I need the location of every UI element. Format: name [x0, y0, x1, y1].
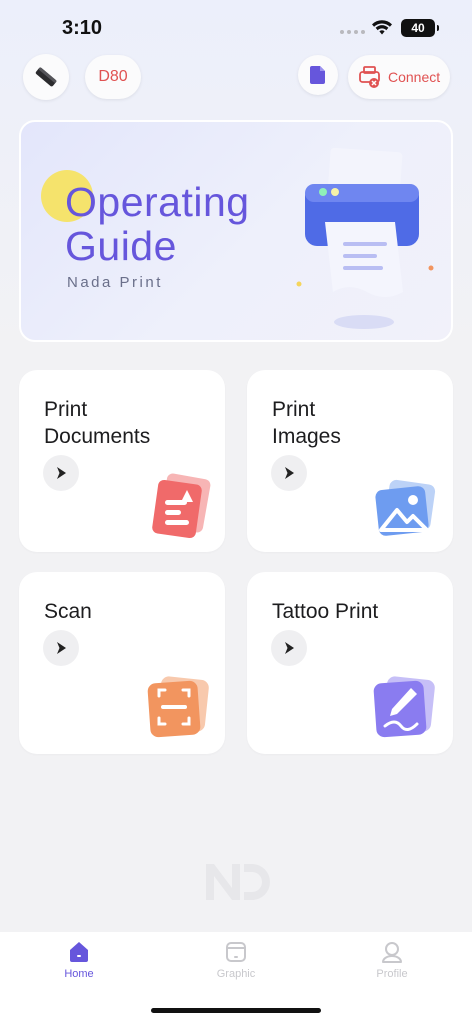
- connect-button[interactable]: Connect: [348, 55, 450, 99]
- printer-model-chip[interactable]: D80: [85, 55, 141, 99]
- banner-title-line-1: Operating: [65, 179, 250, 225]
- print-images-card[interactable]: Print Images: [247, 370, 453, 552]
- scan-card[interactable]: Scan: [19, 572, 225, 754]
- banner-title: Operating Guide: [65, 180, 250, 268]
- tattoo-print-card[interactable]: Tattoo Print: [247, 572, 453, 754]
- battery-icon: 40: [401, 19, 439, 37]
- banner-subtitle: Nada Print: [67, 274, 163, 291]
- chevron-right-icon: [285, 642, 294, 654]
- tab-graphic[interactable]: Graphic: [196, 940, 276, 990]
- connect-label: Connect: [388, 69, 441, 85]
- status-bar: 3:10 40: [0, 0, 472, 56]
- graphic-icon: [226, 942, 246, 962]
- device-button[interactable]: [23, 54, 69, 100]
- tab-home[interactable]: Home: [39, 940, 119, 990]
- card-title: Tattoo Print: [272, 598, 442, 625]
- printer-illustration: [296, 147, 434, 329]
- print-documents-card[interactable]: Print Documents: [19, 370, 225, 552]
- printer-disconnected-icon: [359, 66, 380, 88]
- tab-profile[interactable]: Profile: [352, 940, 432, 990]
- tab-profile-label: Profile: [376, 968, 408, 980]
- scan-icon: [147, 676, 209, 738]
- card-title: Scan: [44, 598, 214, 625]
- chevron-right-icon: [57, 467, 66, 479]
- tab-graphic-label: Graphic: [216, 968, 256, 980]
- home-indicator[interactable]: [151, 1008, 321, 1013]
- chevron-right-icon: [57, 642, 66, 654]
- profile-icon: [382, 942, 402, 963]
- home-icon: [70, 942, 88, 962]
- open-arrow-button[interactable]: [271, 630, 307, 666]
- card-title: Print Documents: [44, 396, 214, 450]
- card-title-line-2: Images: [272, 425, 341, 448]
- card-title: Print Images: [272, 396, 442, 450]
- printer-device-icon: [35, 67, 57, 87]
- operating-guide-banner[interactable]: Operating Guide Nada Print: [19, 120, 453, 342]
- open-arrow-button[interactable]: [271, 455, 307, 491]
- document-print-icon: [152, 473, 211, 539]
- image-print-icon: [375, 479, 436, 536]
- card-title-line-1: Print: [272, 398, 316, 421]
- banner-title-line-2: Guide: [65, 223, 177, 269]
- document-icon: [310, 66, 325, 84]
- card-title-line-1: Tattoo Print: [272, 600, 379, 623]
- chevron-right-icon: [285, 467, 294, 479]
- card-title-line-1: Scan: [44, 600, 92, 623]
- open-arrow-button[interactable]: [43, 455, 79, 491]
- card-title-line-1: Print: [44, 398, 88, 421]
- cellular-signal-icon: [340, 30, 365, 34]
- tab-home-label: Home: [64, 968, 94, 980]
- status-time: 3:10: [62, 17, 103, 39]
- wifi-icon: [372, 20, 392, 35]
- open-arrow-button[interactable]: [43, 630, 79, 666]
- card-title-line-2: Documents: [44, 425, 151, 448]
- nd-logo: [206, 864, 270, 900]
- document-button[interactable]: [298, 55, 338, 95]
- tattoo-pen-icon: [373, 676, 435, 738]
- battery-level: 40: [411, 21, 425, 35]
